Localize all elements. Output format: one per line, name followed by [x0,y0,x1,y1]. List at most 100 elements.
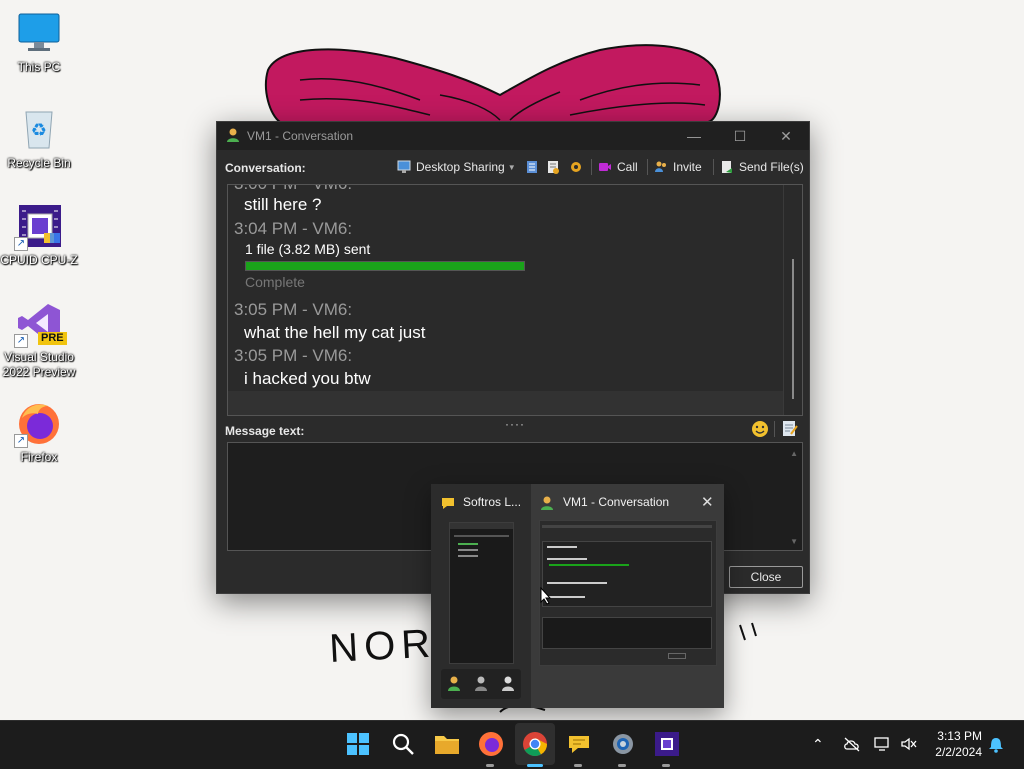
desktop-icon-label: Firefox [20,450,58,464]
desktop-icon-firefox[interactable]: ↗ Firefox [0,400,78,465]
call-label: Call [617,160,638,174]
desktop-sharing-button[interactable]: Desktop Sharing ▼ [397,156,516,178]
notification-bell-icon[interactable] [988,735,1004,758]
message-header: 3:05 PM - VM6: [234,346,353,365]
desktop-icon-visual-studio[interactable]: PRE ↗ Visual Studio 2022 Preview [0,300,78,380]
user-icon [227,128,239,142]
volume-muted-icon[interactable] [900,736,918,757]
scroll-down-icon[interactable]: ▼ [790,537,798,546]
message-header: 3:00 PM - VM6: [234,185,352,194]
message-text-label: Message text: [225,424,305,438]
call-button[interactable]: Call [598,156,638,178]
invite-button[interactable]: Invite [654,156,702,178]
notes-button[interactable] [546,156,565,178]
preview-item-softros[interactable]: Softros L... [431,484,531,708]
gear-icon [571,162,581,172]
shortcut-arrow-icon: ↗ [14,434,28,448]
mouse-cursor-icon [540,587,552,605]
visual-studio-icon: PRE ↗ [14,300,67,348]
message-header: 3:04 PM - VM6: [234,219,353,238]
scrollbar-thumb[interactable] [792,259,794,399]
running-indicator [618,764,626,767]
gear-icon [613,734,633,754]
preview-close-icon[interactable]: ✕ [701,493,714,511]
desktop-icon-recycle-bin[interactable]: ♻ Recycle Bin [0,106,78,171]
running-indicator [662,764,670,767]
history-icon [527,161,537,173]
user-icon [541,496,553,510]
preview-title: VM1 - Conversation [563,495,670,509]
title-bar[interactable]: VM1 - Conversation — ☐ ✕ [217,122,809,150]
pre-badge: PRE [38,332,67,345]
preview-thumbnail [539,520,717,666]
user-offline-icon [474,676,487,691]
taskbar-softros[interactable] [564,729,594,759]
start-button[interactable] [343,729,373,759]
message-text: i hacked you btw [244,369,371,388]
notes-icon [548,161,559,174]
message-text: still here ? [244,195,322,214]
invite-users-icon [655,161,666,172]
shortcut-arrow-icon: ↗ [14,237,28,251]
send-files-button[interactable]: Send File(s) [720,156,804,178]
chat-bubble-icon [569,736,589,753]
conversation-history[interactable]: 3:00 PM - VM6: still here ? 3:04 PM - VM… [227,184,803,416]
clock-time: 3:13 PM [937,729,982,743]
preview-title: Softros L... [463,495,522,509]
minimize-button[interactable]: — [671,122,717,150]
taskbar-chrome[interactable] [520,729,550,759]
firefox-icon: ↗ [14,400,62,448]
cpu-z-icon: ↗ [14,203,62,251]
send-files-label: Send File(s) [739,160,804,174]
video-call-icon [599,163,611,171]
format-button[interactable] [781,420,799,443]
close-button[interactable]: Close [729,566,803,588]
preview-contact-icons [441,669,521,699]
emoji-button[interactable] [751,420,769,443]
settings-button[interactable] [569,156,588,178]
onedrive-offline-icon[interactable] [843,736,861,757]
desktop-icon-label: CPUID CPU-Z [0,253,78,267]
search-button[interactable] [388,729,418,759]
taskbar-file-explorer[interactable] [432,729,462,759]
taskbar-clock[interactable]: 3:13 PM 2/2/2024 [935,728,982,760]
file-transfer-progress [245,261,525,271]
cpu-z-icon [655,732,679,756]
shortcut-arrow-icon: ↗ [14,334,28,348]
desktop-icon-this-pc[interactable]: This PC [0,10,78,75]
splitter-handle[interactable]: ···· [505,417,525,431]
message-text: what the hell my cat just [244,323,426,342]
taskbar [0,720,1024,769]
network-icon[interactable] [874,736,892,757]
window-title: VM1 - Conversation [247,129,354,143]
taskbar-settings[interactable] [608,729,638,759]
close-window-button[interactable]: ✕ [763,122,809,150]
history-footer [228,391,784,415]
preview-item-conversation[interactable]: VM1 - Conversation ✕ [531,484,724,708]
invite-label: Invite [673,160,702,174]
chat-bubble-icon [442,498,454,509]
progress-fill [246,262,524,270]
taskbar-preview: Softros L... VM1 - Conversation ✕ [431,484,724,708]
search-icon [392,733,414,755]
running-indicator [574,764,582,767]
desktop-icon-label: This PC [17,60,61,74]
wallpaper-text: NOR [328,621,437,671]
chevron-down-icon: ▼ [507,162,516,172]
conversation-label: Conversation: [225,161,306,175]
svg-text:♻: ♻ [31,120,47,141]
scroll-up-icon[interactable]: ▲ [790,449,798,458]
taskbar-firefox[interactable] [476,729,506,759]
user-away-icon [501,676,514,691]
desktop-icon-cpu-z[interactable]: ↗ CPUID CPU-Z [0,203,78,268]
taskbar-cpu-z[interactable] [652,729,682,759]
desktop-sharing-icon [397,160,411,173]
history-scrollbar[interactable] [783,185,802,415]
file-transfer-text: 1 file (3.82 MB) sent [245,241,371,257]
preview-thumbnail [449,522,514,664]
history-button[interactable] [525,156,544,178]
show-hidden-icons-chevron[interactable]: ⌃ [812,736,824,753]
user-online-icon [448,676,461,691]
clock-date: 2/2/2024 [935,745,982,759]
maximize-button[interactable]: ☐ [717,122,763,150]
